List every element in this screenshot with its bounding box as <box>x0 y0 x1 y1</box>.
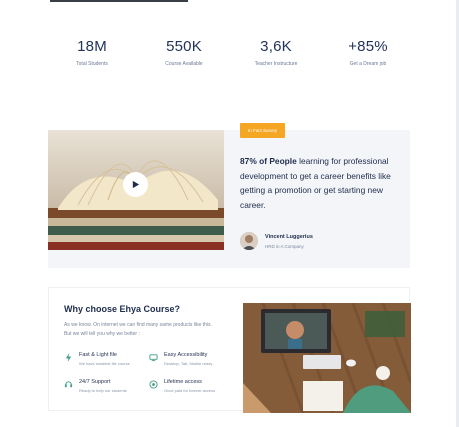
feature-subtitle: Ready to help our students <box>79 388 127 393</box>
play-icon <box>132 180 140 189</box>
stat-label: Total Students <box>76 61 108 67</box>
devices-icon <box>149 354 158 362</box>
book-video-thumbnail[interactable] <box>48 130 224 250</box>
author-role: HRD in A Company <box>265 243 304 249</box>
feature-title: 24/7 Support <box>79 379 111 385</box>
survey-badge: In Fact Survey <box>240 123 286 138</box>
stat-label: Teacher Instructure <box>254 61 298 67</box>
feature-title: Easy Accessibility <box>164 352 208 358</box>
feature-subtitle: Once paid for forever access <box>164 388 216 393</box>
stat-value: 18M <box>77 38 107 55</box>
section-description: As we know. On internet we can find many… <box>64 322 212 337</box>
stat-label: Get a Dream job <box>349 61 387 67</box>
avatar <box>240 232 258 250</box>
workspace-photo <box>243 303 411 413</box>
desk-workspace-image <box>243 303 411 413</box>
infinity-icon <box>149 380 158 389</box>
play-button[interactable] <box>123 172 148 197</box>
stat-teacher-instructure: 3,6K Teacher Instructure <box>230 38 322 67</box>
stat-value: 550K <box>166 38 202 55</box>
stat-value: 3,6K <box>260 38 292 55</box>
stat-label: Course Available <box>165 61 203 67</box>
feature-easy-accessibility: Easy Accessibility Desktop, Tab, Mobile … <box>149 352 212 366</box>
section-title: Why choose Ehya Course? <box>64 304 181 314</box>
survey-card: In Fact Survey 87% of People learning fo… <box>48 123 410 268</box>
stat-course-available: 550K Course Available <box>138 38 230 67</box>
survey-quote: 87% of People learning for professional … <box>240 154 400 212</box>
person-icon <box>240 232 258 250</box>
stats-row: 18M Total Students 550K Course Available… <box>46 38 414 67</box>
author-name: Vincent Luggerius <box>265 233 313 240</box>
survey-highlight: 87% of People <box>240 156 297 166</box>
why-choose-card: Why choose Ehya Course? As we know. On i… <box>48 287 411 413</box>
feature-subtitle: Desktop, Tab, Mobile ready <box>164 361 213 366</box>
headset-icon <box>64 381 73 388</box>
top-divider <box>50 0 188 2</box>
feature-subtitle: We have smallest file course <box>79 361 130 366</box>
feature-support: 24/7 Support Ready to help our students <box>64 379 127 393</box>
feature-lifetime-access: Lifetime access Once paid for forever ac… <box>149 379 215 393</box>
feature-title: Lifetime access <box>164 379 202 385</box>
stat-dream-job: +85% Get a Dream job <box>322 38 414 67</box>
feature-fast-light: Fast & Light file We have smallest file … <box>64 352 130 366</box>
stat-value: +85% <box>348 38 388 55</box>
feature-title: Fast & Light file <box>79 352 117 358</box>
author-block: Vincent Luggerius HRD in A Company <box>240 232 313 250</box>
bolt-icon <box>65 353 72 362</box>
stat-total-students: 18M Total Students <box>46 38 138 67</box>
